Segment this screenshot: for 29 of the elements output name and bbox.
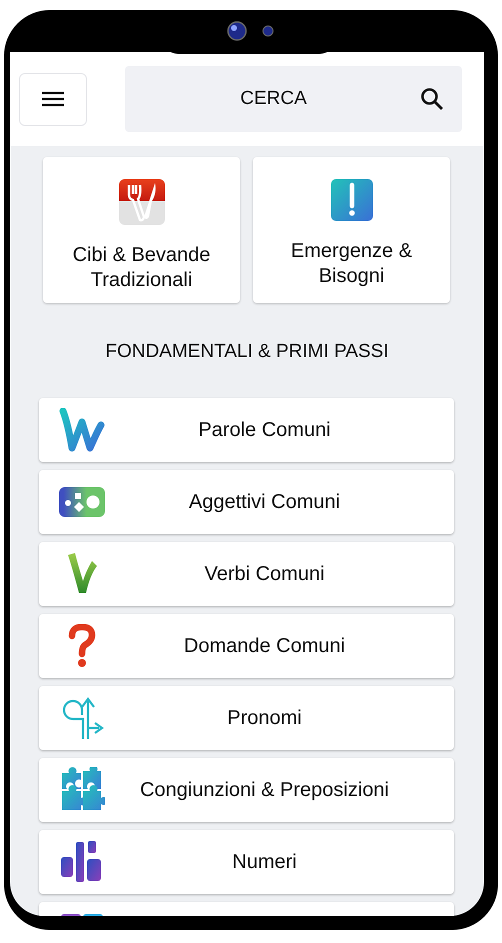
- search-field[interactable]: CERCA: [125, 66, 462, 132]
- row-label: Aggettivi Comuni: [188, 490, 342, 514]
- row-label: Pronomi: [226, 706, 303, 730]
- category-card[interactable]: Emergenze & Bisogni: [253, 157, 450, 303]
- card-label: Emergenze & Bisogni: [290, 239, 414, 289]
- category-card[interactable]: Cibi & Bevande Tradizionali: [43, 157, 240, 303]
- exclamation-icon: [330, 179, 372, 221]
- category-row[interactable]: Domande Comuni: [39, 614, 454, 678]
- category-row[interactable]: Numeri: [39, 830, 454, 894]
- fork-knife-icon: [118, 179, 164, 225]
- menu-icon: [42, 91, 64, 107]
- puzzle-icon: [59, 766, 105, 812]
- menu-button[interactable]: [19, 72, 87, 126]
- row-label: Verbi Comuni: [203, 562, 326, 586]
- row-label: Parole Comuni: [197, 418, 332, 442]
- category-row[interactable]: Pronomi: [39, 686, 454, 750]
- category-row[interactable]: Aggettivi Comuni: [39, 470, 454, 534]
- shapes-icon: [59, 486, 105, 516]
- row-label: Congiunzioni & Preposizioni: [138, 778, 390, 802]
- w-shape-icon: [59, 408, 105, 452]
- card-label: Cibi & Bevande Tradizionali: [72, 243, 212, 293]
- category-row[interactable]: Verbi Comuni: [39, 542, 454, 606]
- search-icon: [420, 87, 444, 111]
- row-label: Numeri: [231, 850, 298, 874]
- question-mark-icon: [67, 624, 97, 668]
- section-heading: FONDAMENTALI & PRIMI PASSI: [104, 340, 390, 364]
- category-row[interactable]: Parole Comuni: [39, 398, 454, 462]
- row-label: Domande Comuni: [182, 634, 346, 658]
- category-row[interactable]: Congiunzioni & Preposizioni: [39, 758, 454, 822]
